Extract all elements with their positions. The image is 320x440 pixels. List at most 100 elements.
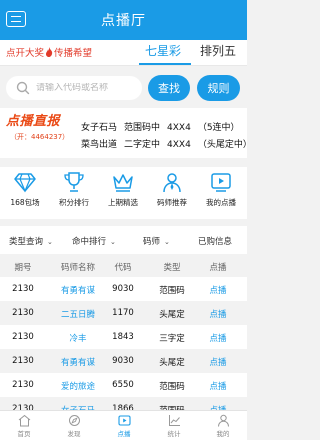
- tab-pailiewu[interactable]: 排列五: [200, 42, 236, 59]
- cell-period: 2130: [12, 332, 34, 342]
- live-report-code: 4XX4: [167, 123, 191, 133]
- app-root: 点播厅 点开大奖传播希望 七星彩 排列五 查找 规则 点播直报 （开：44642…: [0, 0, 252, 440]
- live-report-logo: 点播直报 （开：4464237）: [6, 114, 76, 152]
- slogan-right: 传播希望: [54, 48, 93, 59]
- live-report-master: 菜鸟出道: [81, 140, 118, 150]
- table-row: 2130 爱的旅途 6550 范围码 点播: [0, 373, 247, 397]
- slogan: 点开大奖 传播希望: [6, 45, 92, 59]
- nav-stats[interactable]: 统计: [154, 414, 194, 438]
- search-input[interactable]: [36, 83, 136, 93]
- cell-code: 1843: [112, 332, 134, 342]
- search-box[interactable]: [6, 76, 142, 100]
- nav-label: 发现: [67, 430, 81, 438]
- chevron-down-icon: ⌄: [47, 238, 53, 246]
- live-report-row[interactable]: 女子石马 范围码中 4XX4 （5连中）: [81, 120, 247, 133]
- cell-type: 头尾定: [159, 358, 185, 368]
- table-row: 2130 有勇有谋 9030 头尾定 点播: [0, 349, 247, 373]
- cell-code: 9030: [112, 356, 134, 366]
- diamond-icon: [14, 173, 36, 193]
- shortcut-master-recommend[interactable]: 码师推荐: [148, 171, 196, 208]
- rules-button[interactable]: 规则: [197, 75, 240, 101]
- page-title: 点播厅: [101, 13, 146, 29]
- cell-play-link[interactable]: 点播: [203, 284, 233, 296]
- person-icon: [163, 173, 181, 193]
- cell-period: 2130: [12, 308, 34, 318]
- cell-period: 2130: [12, 380, 34, 390]
- filter-purchased[interactable]: 已购信息: [198, 235, 232, 247]
- table-row: 2130 有勇有谋 9030 范围码 点播: [0, 277, 247, 301]
- cell-play-link[interactable]: 点播: [203, 332, 233, 344]
- cell-period: 2130: [12, 356, 34, 366]
- flame-icon: [46, 47, 53, 57]
- shortcut-label: 我的点播: [206, 198, 236, 207]
- nav-play[interactable]: 点播: [104, 414, 144, 438]
- column-header-code: 代码: [114, 263, 132, 273]
- shortcut-label: 上期精选: [108, 198, 138, 207]
- find-button[interactable]: 查找: [148, 75, 190, 101]
- table-row: 2130 二五日腾 1170 头尾定 点播: [0, 301, 247, 325]
- shortcut-label: 码师推荐: [157, 198, 187, 207]
- live-report-logo-text: 点播直报: [6, 114, 61, 129]
- live-report-logo-sub: （开：4464237）: [10, 133, 70, 141]
- cell-master-link[interactable]: 二五日腾: [50, 308, 106, 320]
- shortcut-my-plays[interactable]: 我的点播: [197, 171, 245, 208]
- cell-code: 6550: [112, 380, 134, 390]
- search-row: 查找 规则: [0, 67, 247, 107]
- cell-type: 三字定: [159, 334, 185, 344]
- filter-label: 已购信息: [198, 237, 233, 247]
- shortcut-bar: 168包场 积分排行 上期精选 码师推荐 我的点播: [0, 167, 247, 219]
- shortcut-points-ranking[interactable]: 积分排行: [50, 171, 98, 208]
- tab-row: 点开大奖 传播希望 七星彩 排列五: [0, 40, 247, 66]
- filter-bar: 类型查询 ⌄ 命中排行 ⌄ 码师 ⌄ 已购信息: [0, 226, 247, 254]
- cell-master-link[interactable]: 冷丰: [50, 332, 106, 344]
- cell-play-link[interactable]: 点播: [203, 356, 233, 368]
- filter-label: 类型查询: [9, 237, 44, 247]
- nav-mine[interactable]: 我的: [203, 414, 243, 438]
- live-report-note: （头尾定中）: [197, 140, 252, 150]
- nav-label: 首页: [17, 430, 31, 438]
- live-report-type: 范围码中: [124, 123, 161, 133]
- cell-type: 范围码: [159, 286, 185, 296]
- nav-label: 统计: [167, 430, 181, 438]
- cell-master-link[interactable]: 有勇有谋: [50, 284, 106, 296]
- live-report-note: （5连中）: [197, 123, 240, 133]
- cell-master-link[interactable]: 爱的旅途: [50, 380, 106, 392]
- column-header-master: 码师名称: [60, 263, 95, 273]
- table-row: 2130 冷丰 1843 三字定 点播: [0, 325, 247, 349]
- menu-icon[interactable]: [6, 11, 26, 27]
- discover-icon: [68, 415, 80, 426]
- cell-code: 1170: [112, 308, 134, 318]
- shortcut-last-picks[interactable]: 上期精选: [99, 171, 147, 208]
- nav-label: 点播: [117, 430, 131, 438]
- cell-play-link[interactable]: 点播: [203, 380, 233, 392]
- cell-master-link[interactable]: 有勇有谋: [50, 356, 106, 368]
- crown-icon: [113, 174, 133, 192]
- shortcut-168-package[interactable]: 168包场: [1, 171, 49, 208]
- tab-qixingcai[interactable]: 七星彩: [145, 42, 181, 59]
- filter-hit-ranking[interactable]: 命中排行 ⌄: [72, 235, 116, 247]
- chart-icon: [168, 415, 180, 426]
- chevron-down-icon: ⌄: [164, 238, 170, 246]
- cell-type: 范围码: [159, 382, 185, 392]
- live-report-row[interactable]: 菜鸟出道 二字定中 4XX4 （头尾定中）: [81, 137, 259, 150]
- user-icon: [217, 414, 229, 427]
- chevron-down-icon: ⌄: [110, 238, 116, 246]
- bottom-nav: 首页 发现 点播 统计 我的: [0, 410, 247, 440]
- cell-code: 9030: [112, 284, 134, 294]
- live-report-master: 女子石马: [81, 123, 118, 133]
- plays-table: 期号 码师名称 代码 类型 点播 2130 有勇有谋 9030 范围码 点播 2…: [0, 255, 247, 421]
- filter-label: 码师: [143, 237, 161, 247]
- nav-discover[interactable]: 发现: [54, 414, 94, 438]
- filter-label: 命中排行: [72, 237, 107, 247]
- shortcut-label: 积分排行: [59, 198, 89, 207]
- nav-home[interactable]: 首页: [4, 414, 44, 438]
- cell-play-link[interactable]: 点播: [203, 308, 233, 320]
- table-header: 期号 码师名称 代码 类型 点播: [0, 255, 247, 277]
- play-icon: [211, 173, 231, 192]
- active-tab-indicator: [139, 63, 191, 65]
- filter-master[interactable]: 码师 ⌄: [143, 235, 170, 247]
- column-header-play: 点播: [209, 263, 227, 273]
- cell-period: 2130: [12, 284, 34, 294]
- filter-type-query[interactable]: 类型查询 ⌄: [9, 235, 53, 247]
- slogan-left: 点开大奖: [6, 48, 45, 59]
